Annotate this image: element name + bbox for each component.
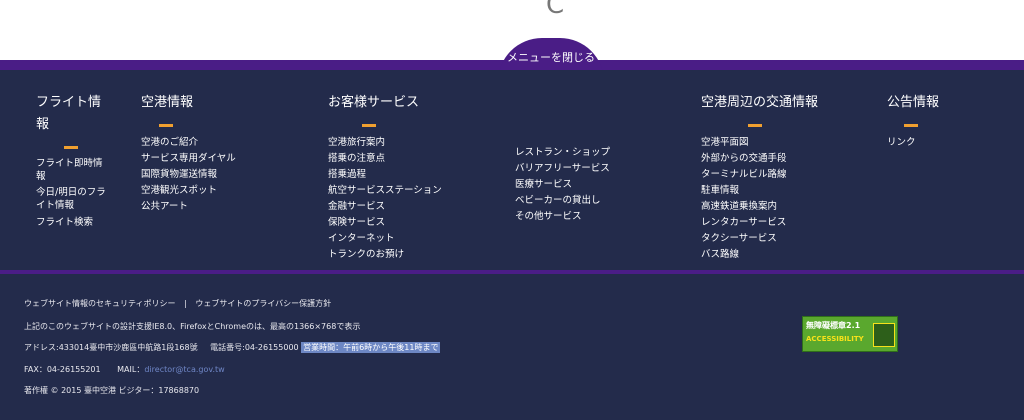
- menu-item-access[interactable]: 外部からの交通手段: [701, 151, 851, 167]
- mail-label: MAIL：: [117, 365, 145, 374]
- menu-item-boarding-notes[interactable]: 搭乗の注意点: [328, 151, 498, 167]
- menu-col-title: フライト情報: [36, 95, 102, 132]
- badge-subtitle: ACCESSIBILITY: [806, 335, 864, 343]
- menu-item-cargo[interactable]: 国際貨物運送情報: [141, 167, 271, 183]
- menu-item-travel-guide[interactable]: 空港旅行案内: [328, 135, 498, 151]
- menu-item-boarding-process[interactable]: 搭乗過程: [328, 167, 498, 183]
- menu-item-service-dial[interactable]: サービス専用ダイヤル: [141, 151, 271, 167]
- address-text: アドレス:433014臺中市沙鹿區中航路1段168號: [24, 343, 198, 352]
- menu-item-other[interactable]: その他サービス: [515, 209, 675, 225]
- mega-menu: フライト情報 フライト即時情報 今日/明日のフライト情報 フライト検索 空港情報…: [0, 70, 1024, 270]
- menu-item-flight-today[interactable]: 今日/明日のフライト情報: [36, 186, 108, 212]
- title-underline: [748, 124, 762, 127]
- menu-item-terminal-route[interactable]: ターミナルビル路線: [701, 167, 851, 183]
- accessibility-badge[interactable]: 無障礙標章2.1 ACCESSIBILITY: [802, 316, 898, 352]
- partial-letter: C: [546, 0, 565, 20]
- menu-item-stroller[interactable]: ベビーカーの貸出し: [515, 193, 675, 209]
- menu-col-title: 空港情報: [141, 95, 194, 110]
- title-underline: [362, 124, 376, 127]
- menu-item-luggage[interactable]: トランクのお預け: [328, 247, 498, 263]
- phone-text: 電話番号:04-26155000: [210, 343, 299, 352]
- browser-note: 上記のこのウェブサイトの設計支援IE8.0、FirefoxとChromeのは、最…: [24, 322, 361, 331]
- menu-item-links[interactable]: リンク: [887, 135, 987, 151]
- fax-mail-line: FAX：04-26155201 MAIL：director@tca.gov.tw: [24, 364, 225, 376]
- menu-item-flight-now[interactable]: フライト即時情報: [36, 157, 108, 183]
- menu-col-service: お客様サービス 空港旅行案内 搭乗の注意点 搭乗過程 航空サービスステーション …: [328, 92, 498, 263]
- menu-item-bus[interactable]: バス路線: [701, 247, 851, 263]
- copyright-text: 著作權 © 2015 臺中空港 ビジター：17868870: [24, 386, 200, 395]
- menu-item-parking[interactable]: 駐車情報: [701, 183, 851, 199]
- badge-grid-icon: [873, 323, 895, 347]
- security-policy-link[interactable]: ウェブサイト情報のセキュリティポリシー: [24, 299, 176, 308]
- site-footer: ウェブサイト情報のセキュリティポリシー | ウェブサイトのプライバシー保護方針 …: [0, 274, 1024, 420]
- menu-col-transport: 空港周辺の交通情報 空港平面図 外部からの交通手段 ターミナルビル路線 駐車情報…: [701, 92, 851, 263]
- menu-item-public-art[interactable]: 公共アート: [141, 199, 271, 215]
- menu-item-floor-map[interactable]: 空港平面図: [701, 135, 851, 151]
- title-underline: [904, 124, 918, 127]
- menu-item-airline-station[interactable]: 航空サービスステーション: [328, 183, 498, 199]
- menu-item-restaurant[interactable]: レストラン・ショップ: [515, 145, 675, 161]
- menu-col-title: 空港周辺の交通情報: [701, 95, 819, 110]
- menu-item-insurance[interactable]: 保険サービス: [328, 215, 498, 231]
- menu-item-hsr[interactable]: 高速鉄道乗換案内: [701, 199, 851, 215]
- menu-col-notice: 公告情報 リンク: [887, 92, 987, 151]
- menu-item-sightseeing[interactable]: 空港観光スポット: [141, 183, 271, 199]
- menu-col-title: 公告情報: [887, 95, 940, 110]
- business-hours-text: 営業時間：午前6時から午後11時まで: [301, 342, 441, 353]
- menu-col-title: お客様サービス: [328, 95, 420, 110]
- title-underline: [159, 124, 173, 127]
- title-underline: [64, 146, 78, 149]
- link-separator: |: [184, 299, 187, 308]
- privacy-policy-link[interactable]: ウェブサイトのプライバシー保護方針: [195, 299, 331, 308]
- contact-line: アドレス:433014臺中市沙鹿區中航路1段168號 電話番号:04-26155…: [24, 342, 441, 354]
- menu-item-internet[interactable]: インターネット: [328, 231, 498, 247]
- menu-item-medical[interactable]: 医療サービス: [515, 177, 675, 193]
- menu-col-service-2: レストラン・ショップ バリアフリーサービス 医療サービス ベビーカーの貸出し そ…: [515, 145, 675, 225]
- mail-link[interactable]: director@tca.gov.tw: [144, 365, 224, 374]
- policy-links: ウェブサイト情報のセキュリティポリシー | ウェブサイトのプライバシー保護方針: [24, 298, 331, 310]
- menu-item-finance[interactable]: 金融サービス: [328, 199, 498, 215]
- menu-col-flight: フライト情報 フライト即時情報 今日/明日のフライト情報 フライト検索: [36, 92, 108, 231]
- menu-item-rental-car[interactable]: レンタカーサービス: [701, 215, 851, 231]
- menu-item-barrier-free[interactable]: バリアフリーサービス: [515, 161, 675, 177]
- badge-title: 無障礙標章2.1: [806, 321, 861, 330]
- menu-col-airport: 空港情報 空港のご紹介 サービス専用ダイヤル 国際貨物運送情報 空港観光スポット…: [141, 92, 271, 215]
- menu-item-taxi[interactable]: タクシーサービス: [701, 231, 851, 247]
- fax-text: FAX：04-26155201: [24, 365, 101, 374]
- menu-item-flight-search[interactable]: フライト検索: [36, 215, 108, 231]
- menu-item-airport-intro[interactable]: 空港のご紹介: [141, 135, 271, 151]
